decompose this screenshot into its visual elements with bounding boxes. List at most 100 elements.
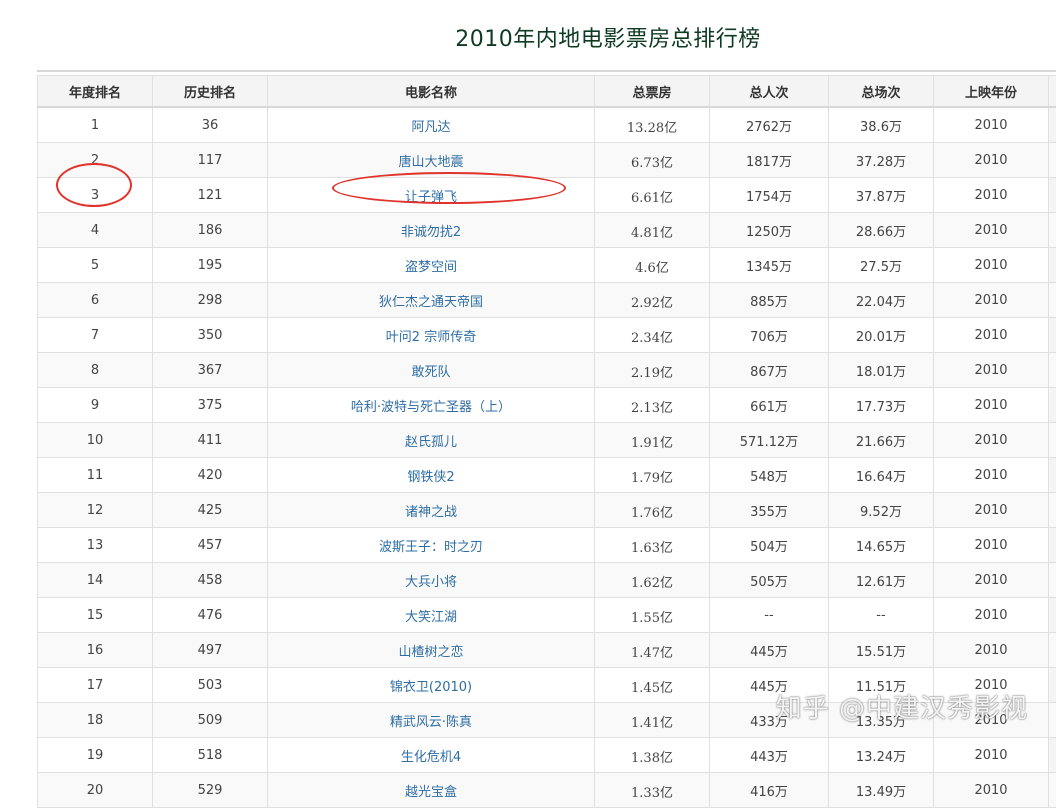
cell-total-gross: 1.41亿	[595, 703, 710, 738]
cell-total-gross: 1.38亿	[595, 738, 710, 773]
cell-movie-title[interactable]: 大兵小将	[268, 563, 595, 598]
cell-year-rank: 13	[38, 528, 153, 563]
cell-movie-title[interactable]: 波斯王子：时之刃	[268, 528, 595, 563]
table-row: 8367敢死队2.19亿867万18.01万2010	[38, 353, 1056, 388]
cell-movie-title[interactable]: 越光宝盒	[268, 773, 595, 808]
cell-admissions: 1345万	[710, 248, 829, 283]
row-overflow-cell	[1049, 388, 1056, 423]
cell-total-gross: 1.91亿	[595, 423, 710, 458]
watermark-text: 知乎 @中建汉秀影视	[776, 688, 1028, 725]
cell-year-rank: 4	[38, 213, 153, 248]
row-overflow-cell	[1049, 633, 1056, 668]
cell-history-rank: 509	[153, 703, 268, 738]
cell-year-rank: 20	[38, 773, 153, 808]
cell-admissions: 548万	[710, 458, 829, 493]
row-overflow-cell	[1049, 213, 1056, 248]
cell-release-year: 2010	[934, 318, 1049, 353]
cell-history-rank: 36	[153, 107, 268, 143]
table-header-row: 年度排名 历史排名 电影名称 总票房 总人次 总场次 上映年份	[38, 76, 1056, 108]
cell-admissions: 1817万	[710, 143, 829, 178]
header-year-rank[interactable]: 年度排名	[38, 76, 153, 108]
cell-release-year: 2010	[934, 563, 1049, 598]
table-row: 136阿凡达13.28亿2762万38.6万2010	[38, 107, 1056, 143]
cell-year-rank: 19	[38, 738, 153, 773]
cell-history-rank: 420	[153, 458, 268, 493]
row-overflow-cell	[1049, 493, 1056, 528]
cell-total-gross: 2.92亿	[595, 283, 710, 318]
table-row: 15476大笑江湖1.55亿----2010	[38, 598, 1056, 633]
row-overflow-cell	[1049, 248, 1056, 283]
cell-movie-title[interactable]: 生化危机4	[268, 738, 595, 773]
cell-movie-title[interactable]: 非诚勿扰2	[268, 213, 595, 248]
cell-movie-title[interactable]: 狄仁杰之通天帝国	[268, 283, 595, 318]
header-release-year[interactable]: 上映年份	[934, 76, 1049, 108]
header-movie-title[interactable]: 电影名称	[268, 76, 595, 108]
cell-history-rank: 529	[153, 773, 268, 808]
cell-admissions: 661万	[710, 388, 829, 423]
cell-movie-title[interactable]: 哈利·波特与死亡圣器（上）	[268, 388, 595, 423]
table-row: 6298狄仁杰之通天帝国2.92亿885万22.04万2010	[38, 283, 1056, 318]
cell-movie-title[interactable]: 精武风云·陈真	[268, 703, 595, 738]
cell-year-rank: 14	[38, 563, 153, 598]
cell-movie-title[interactable]: 山楂树之恋	[268, 633, 595, 668]
cell-admissions: --	[710, 598, 829, 633]
cell-admissions: 443万	[710, 738, 829, 773]
cell-movie-title[interactable]: 阿凡达	[268, 107, 595, 143]
cell-release-year: 2010	[934, 388, 1049, 423]
cell-year-rank: 5	[38, 248, 153, 283]
cell-movie-title[interactable]: 唐山大地震	[268, 143, 595, 178]
cell-movie-title[interactable]: 锦衣卫(2010)	[268, 668, 595, 703]
header-screenings[interactable]: 总场次	[829, 76, 934, 108]
cell-release-year: 2010	[934, 738, 1049, 773]
cell-admissions: 355万	[710, 493, 829, 528]
cell-release-year: 2010	[934, 353, 1049, 388]
cell-movie-title[interactable]: 钢铁侠2	[268, 458, 595, 493]
row-overflow-cell	[1049, 598, 1056, 633]
row-overflow-cell	[1049, 423, 1056, 458]
cell-history-rank: 186	[153, 213, 268, 248]
cell-total-gross: 1.47亿	[595, 633, 710, 668]
table-row: 14458大兵小将1.62亿505万12.61万2010	[38, 563, 1056, 598]
cell-movie-title[interactable]: 赵氏孤儿	[268, 423, 595, 458]
table-row: 5195盗梦空间4.6亿1345万27.5万2010	[38, 248, 1056, 283]
cell-admissions: 2762万	[710, 107, 829, 143]
cell-total-gross: 6.61亿	[595, 178, 710, 213]
cell-total-gross: 1.45亿	[595, 668, 710, 703]
cell-screenings: 22.04万	[829, 283, 934, 318]
cell-release-year: 2010	[934, 458, 1049, 493]
cell-screenings: 37.28万	[829, 143, 934, 178]
cell-movie-title[interactable]: 诸神之战	[268, 493, 595, 528]
cell-admissions: 505万	[710, 563, 829, 598]
cell-screenings: 13.49万	[829, 773, 934, 808]
title-divider	[37, 70, 1056, 72]
cell-screenings: 38.6万	[829, 107, 934, 143]
cell-screenings: 27.5万	[829, 248, 934, 283]
cell-total-gross: 6.73亿	[595, 143, 710, 178]
cell-movie-title[interactable]: 敢死队	[268, 353, 595, 388]
cell-history-rank: 195	[153, 248, 268, 283]
cell-movie-title[interactable]: 叶问2 宗师传奇	[268, 318, 595, 353]
cell-screenings: 9.52万	[829, 493, 934, 528]
header-history-rank[interactable]: 历史排名	[153, 76, 268, 108]
table-row: 16497山楂树之恋1.47亿445万15.51万2010	[38, 633, 1056, 668]
header-admissions[interactable]: 总人次	[710, 76, 829, 108]
cell-movie-title[interactable]: 盗梦空间	[268, 248, 595, 283]
header-total-gross[interactable]: 总票房	[595, 76, 710, 108]
cell-release-year: 2010	[934, 213, 1049, 248]
table-row: 7350叶问2 宗师传奇2.34亿706万20.01万2010	[38, 318, 1056, 353]
cell-year-rank: 9	[38, 388, 153, 423]
table-row: 3121让子弹飞6.61亿1754万37.87万2010	[38, 178, 1056, 213]
cell-total-gross: 1.79亿	[595, 458, 710, 493]
cell-total-gross: 1.62亿	[595, 563, 710, 598]
cell-movie-title[interactable]: 大笑江湖	[268, 598, 595, 633]
cell-screenings: 17.73万	[829, 388, 934, 423]
cell-year-rank: 3	[38, 178, 153, 213]
cell-release-year: 2010	[934, 178, 1049, 213]
cell-release-year: 2010	[934, 248, 1049, 283]
cell-year-rank: 8	[38, 353, 153, 388]
cell-history-rank: 503	[153, 668, 268, 703]
cell-year-rank: 15	[38, 598, 153, 633]
table-row: 20529越光宝盒1.33亿416万13.49万2010	[38, 773, 1056, 808]
cell-screenings: 12.61万	[829, 563, 934, 598]
cell-movie-title[interactable]: 让子弹飞	[268, 178, 595, 213]
